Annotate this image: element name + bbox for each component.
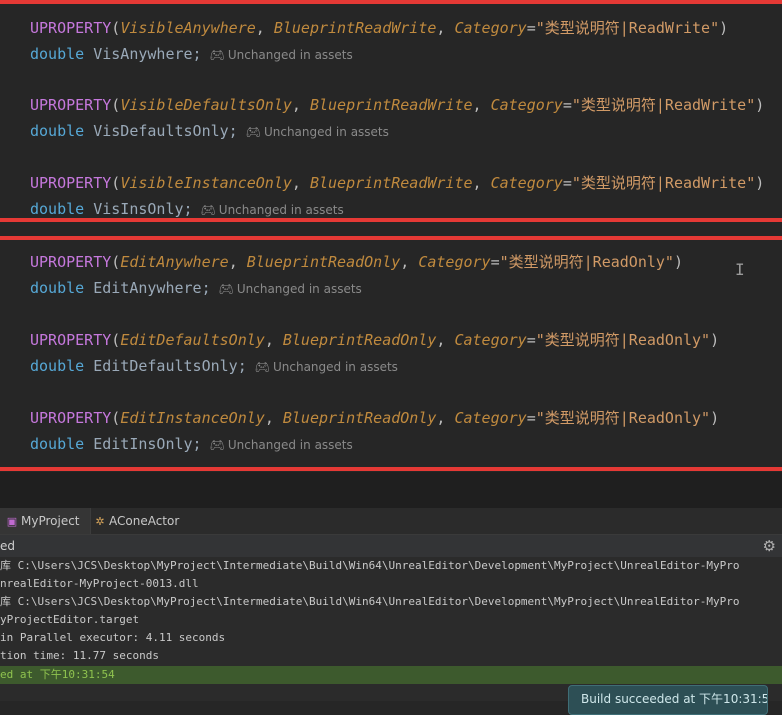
category-key: Category — [490, 174, 563, 192]
type-keyword: double — [30, 45, 85, 63]
specifier: VisibleDefaultsOnly — [120, 96, 292, 114]
blueprint-specifier: BlueprintReadOnly — [246, 253, 401, 271]
actor-class-icon: ✲ — [95, 515, 105, 528]
code-editor-block-2[interactable]: UPROPERTY(EditAnywhere, BlueprintReadOnl… — [0, 240, 782, 468]
category-value: "类型说明符|ReadOnly" — [535, 331, 711, 349]
uproperty-macro: UPROPERTY — [30, 331, 112, 349]
type-keyword: double — [30, 357, 85, 375]
code-line-decl-macro[interactable]: UPROPERTY(EditDefaultsOnly, BlueprintRea… — [30, 328, 719, 352]
tab-aconeactor[interactable]: ✲ AConeActor — [88, 508, 185, 534]
uproperty-macro: UPROPERTY — [30, 96, 112, 114]
category-key: Category — [454, 409, 527, 427]
code-line-decl-macro[interactable]: UPROPERTY(VisibleAnywhere, BlueprintRead… — [30, 16, 728, 40]
code-line-decl-field[interactable]: double VisAnywhere; 🎮︎ Unchanged in assets — [30, 42, 353, 66]
specifier: EditInstanceOnly — [120, 409, 265, 427]
inlay-hint[interactable]: 🎮︎ Unchanged in assets — [210, 48, 353, 62]
log-line: in Parallel executor: 4.11 seconds — [0, 631, 226, 644]
blueprint-specifier: BlueprintReadWrite — [273, 19, 437, 37]
log-line: yProjectEditor.target — [0, 613, 140, 626]
inlay-hint[interactable]: 🎮︎ Unchanged in assets — [255, 360, 398, 374]
blueprint-specifier: BlueprintReadOnly — [282, 409, 437, 427]
specifier: EditAnywhere — [120, 253, 229, 271]
gamepad-icon: 🎮︎ — [245, 125, 261, 139]
panel-splitter[interactable] — [0, 472, 782, 508]
uproperty-macro: UPROPERTY — [30, 174, 112, 192]
code-line-decl-field[interactable]: double EditDefaultsOnly; 🎮︎ Unchanged in a… — [30, 354, 398, 378]
blueprint-specifier: BlueprintReadWrite — [309, 96, 473, 114]
category-key: Category — [454, 331, 527, 349]
code-line-decl-field[interactable]: double EditInsOnly; 🎮︎ Unchanged in assets — [30, 432, 353, 456]
tab-label: MyProject — [21, 514, 80, 528]
category-value: "类型说明符|ReadWrite" — [535, 19, 720, 37]
field-name: EditInsOnly; — [93, 435, 202, 453]
code-line-decl-macro[interactable]: UPROPERTY(EditInstanceOnly, BlueprintRea… — [30, 406, 719, 430]
log-line: 库 C:\Users\JCS\Desktop\MyProject\Interme… — [0, 559, 740, 572]
gamepad-icon: 🎮︎ — [209, 48, 225, 62]
category-value: "类型说明符|ReadWrite" — [571, 174, 756, 192]
gamepad-icon: 🎮︎ — [218, 282, 234, 296]
gamepad-icon: 🎮︎ — [209, 438, 225, 452]
category-value: "类型说明符|ReadOnly" — [499, 253, 674, 271]
category-value: "类型说明符|ReadOnly" — [535, 409, 711, 427]
build-success-line: ed at 下午10:31:54 — [0, 666, 782, 684]
category-key: Category — [418, 253, 491, 271]
blueprint-specifier: BlueprintReadWrite — [309, 174, 473, 192]
field-name: EditAnywhere; — [93, 279, 211, 297]
code-line-decl-field[interactable]: double VisDefaultsOnly; 🎮︎ Unchanged in as… — [30, 119, 389, 143]
field-name: VisDefaultsOnly; — [93, 122, 238, 140]
highlight-border-bottom-2 — [0, 467, 782, 471]
code-line-decl-macro[interactable]: UPROPERTY(VisibleInstanceOnly, Blueprint… — [30, 171, 764, 195]
tool-window-tabbar: ▣ MyProject ✲ AConeActor — [0, 508, 782, 535]
field-name: VisInsOnly; — [93, 200, 193, 218]
type-keyword: double — [30, 122, 85, 140]
uproperty-macro: UPROPERTY — [30, 19, 112, 37]
field-name: VisAnywhere; — [93, 45, 202, 63]
uproperty-macro: UPROPERTY — [30, 409, 112, 427]
code-line-decl-field[interactable]: double EditAnywhere; 🎮︎ Unchanged in asset… — [30, 276, 362, 300]
category-key: Category — [454, 19, 527, 37]
tab-label: AConeActor — [109, 514, 180, 528]
code-line-decl-macro[interactable]: UPROPERTY(EditAnywhere, BlueprintReadOnl… — [30, 250, 683, 274]
inlay-hint[interactable]: 🎮︎ Unchanged in assets — [210, 438, 353, 452]
gamepad-icon: 🎮︎ — [254, 360, 270, 374]
uproperty-macro: UPROPERTY — [30, 253, 112, 271]
type-keyword: double — [30, 279, 85, 297]
inlay-hint[interactable]: 🎮︎ Unchanged in assets — [201, 203, 344, 217]
log-line: 库 C:\Users\JCS\Desktop\MyProject\Interme… — [0, 595, 740, 608]
specifier: EditDefaultsOnly — [120, 331, 265, 349]
gear-icon[interactable]: ⚙ — [763, 537, 776, 555]
inlay-hint[interactable]: 🎮︎ Unchanged in assets — [246, 125, 389, 139]
build-success-toast[interactable]: Build succeeded at 下午10:31:54 — [568, 685, 768, 715]
code-editor-block-1[interactable]: UPROPERTY(VisibleAnywhere, BlueprintRead… — [0, 4, 782, 218]
tab-myproject[interactable]: ▣ MyProject — [0, 508, 91, 534]
category-key: Category — [490, 96, 563, 114]
blueprint-specifier: BlueprintReadOnly — [282, 331, 437, 349]
type-keyword: double — [30, 435, 85, 453]
category-value: "类型说明符|ReadWrite" — [571, 96, 756, 114]
log-line: tion time: 11.77 seconds — [0, 649, 159, 662]
specifier: VisibleAnywhere — [120, 19, 256, 37]
status-text: ed — [0, 539, 15, 553]
build-status-bar: ed ⚙ — [0, 535, 782, 557]
field-name: EditDefaultsOnly; — [93, 357, 247, 375]
type-keyword: double — [30, 200, 85, 218]
specifier: VisibleInstanceOnly — [120, 174, 292, 192]
unreal-project-icon: ▣ — [6, 515, 18, 528]
highlight-border-bottom-1 — [0, 218, 782, 222]
inlay-hint[interactable]: 🎮︎ Unchanged in assets — [219, 282, 362, 296]
log-line: nrealEditor-MyProject-0013.dll — [0, 577, 199, 590]
code-line-decl-macro[interactable]: UPROPERTY(VisibleDefaultsOnly, Blueprint… — [30, 93, 764, 117]
text-cursor-icon: I — [735, 260, 745, 279]
